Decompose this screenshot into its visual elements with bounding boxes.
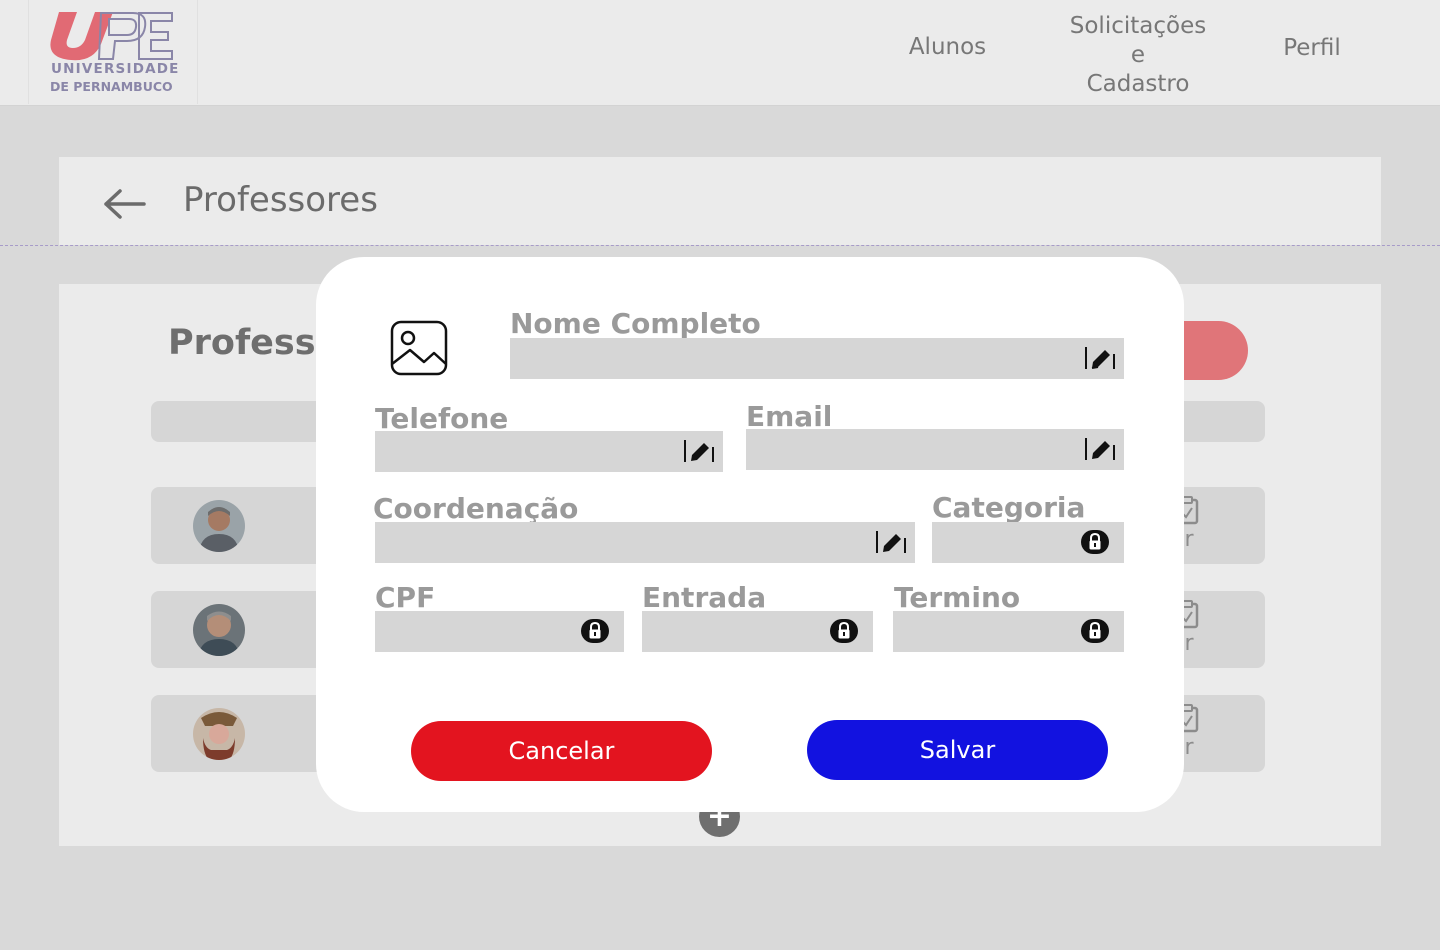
- lock-icon: [830, 619, 858, 643]
- nav-solicitacoes-cadastro[interactable]: Solicitações e Cadastro: [1058, 12, 1218, 99]
- telefone-field[interactable]: [375, 431, 723, 472]
- panel-heading: Professo: [168, 323, 340, 363]
- avatar: [193, 708, 245, 760]
- field-label-cpf: CPF: [375, 581, 436, 614]
- edit-icon[interactable]: [875, 528, 907, 556]
- field-label-coordenacao: Coordenação: [373, 492, 579, 525]
- field-label-entrada: Entrada: [642, 581, 767, 614]
- nav-solicitacoes-line2: e: [1130, 42, 1146, 68]
- field-label-termino: Termino: [894, 581, 1021, 614]
- upe-logo-mark: [50, 12, 173, 61]
- arrow-left-icon[interactable]: [102, 188, 146, 220]
- logo-text-universidade: UNIVERSIDADE: [51, 61, 180, 77]
- edit-icon[interactable]: [683, 437, 715, 465]
- nav-solicitacoes-line3: Cadastro: [1086, 71, 1190, 97]
- top-header: UNIVERSIDADE DE PERNAMBUCO Alunos Solici…: [0, 0, 1440, 106]
- upe-logo[interactable]: UNIVERSIDADE DE PERNAMBUCO: [28, 0, 198, 104]
- categoria-field: [932, 522, 1124, 563]
- coordenacao-field[interactable]: [375, 522, 915, 563]
- breadcrumb: Professores: [59, 157, 1381, 245]
- image-icon[interactable]: [390, 320, 448, 376]
- guide-divider: [0, 245, 1440, 246]
- edit-icon[interactable]: [1084, 344, 1116, 372]
- termino-field: [893, 611, 1124, 652]
- nav-alunos[interactable]: Alunos: [900, 33, 995, 62]
- lock-icon: [1081, 530, 1109, 554]
- edit-professor-modal: Nome Completo Telefone Email Coordenação…: [316, 257, 1184, 812]
- avatar: [193, 500, 245, 552]
- nav-perfil[interactable]: Perfil: [1270, 34, 1354, 63]
- nome-field[interactable]: [510, 338, 1124, 379]
- email-field[interactable]: [746, 429, 1124, 470]
- lock-icon: [581, 619, 609, 643]
- cpf-field: [375, 611, 624, 652]
- page-title: Professores: [183, 180, 378, 220]
- field-label-categoria: Categoria: [932, 491, 1086, 524]
- save-button[interactable]: Salvar: [807, 720, 1108, 780]
- logo-text-pernambuco: DE PERNAMBUCO: [50, 79, 173, 94]
- cancel-button[interactable]: Cancelar: [411, 721, 712, 781]
- edit-icon[interactable]: [1084, 435, 1116, 463]
- entrada-field: [642, 611, 873, 652]
- field-label-nome: Nome Completo: [510, 307, 761, 340]
- lock-icon: [1081, 619, 1109, 643]
- nav-solicitacoes-line1: Solicitações: [1069, 13, 1207, 39]
- avatar: [193, 604, 245, 656]
